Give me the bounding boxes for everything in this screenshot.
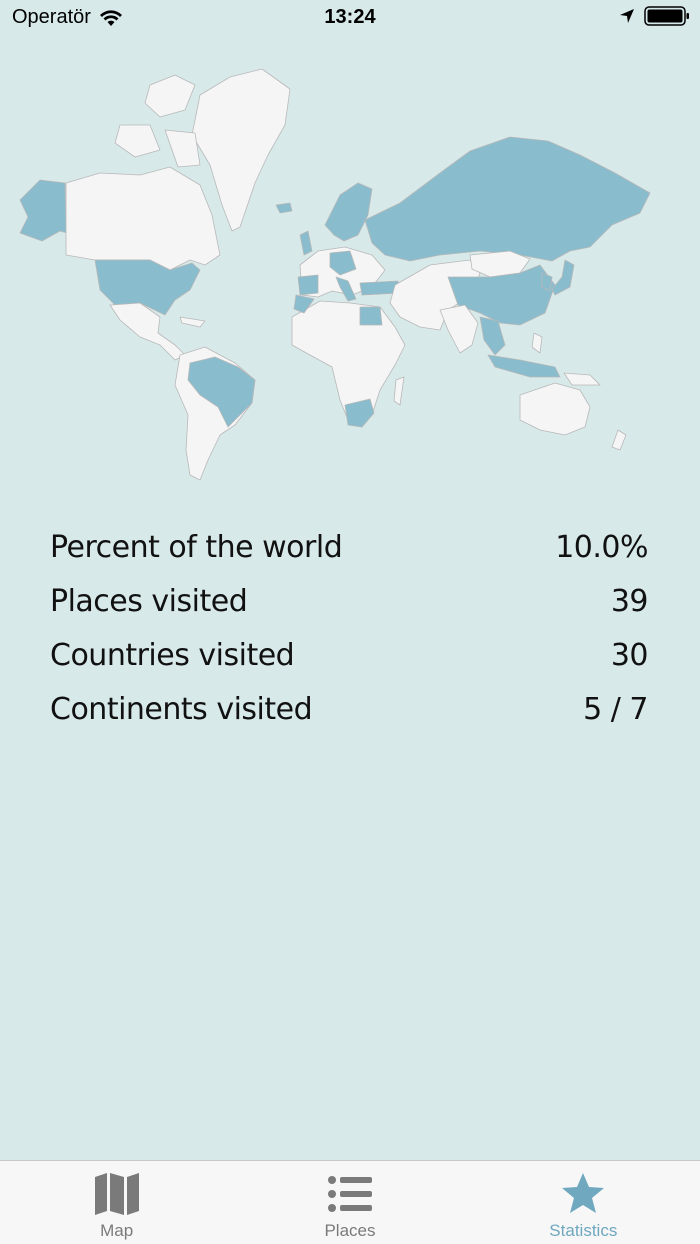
map-iberia xyxy=(297,274,319,296)
map-canada xyxy=(65,166,221,271)
map-icon xyxy=(94,1173,139,1215)
stat-row-countries: Countries visited 30 xyxy=(50,628,649,682)
status-bar: Operatör 13:24 xyxy=(0,0,700,40)
tab-bar: Map Places Statistics xyxy=(0,1160,700,1244)
status-right-group xyxy=(618,6,690,26)
map-australia xyxy=(519,382,591,436)
tab-map[interactable]: Map xyxy=(0,1161,233,1244)
tab-label: Statistics xyxy=(549,1221,618,1240)
stat-row-percent: Percent of the world 10.0% xyxy=(50,520,648,574)
stat-label: Percent of the world xyxy=(50,529,343,565)
stat-label: Places visited xyxy=(50,583,248,619)
map-papua xyxy=(563,372,601,386)
tab-statistics[interactable]: Statistics xyxy=(467,1161,700,1244)
map-russia xyxy=(364,136,651,262)
map-philippines xyxy=(531,332,543,354)
map-new-zealand xyxy=(611,429,627,451)
statistics-screen: Operatör 13:24 Percent of the world 10.0… xyxy=(0,0,700,1244)
location-arrow-icon xyxy=(620,9,634,23)
battery-icon xyxy=(644,6,689,26)
stat-value: 30 xyxy=(610,637,649,673)
stat-label: Continents visited xyxy=(50,691,313,727)
map-scandinavia xyxy=(324,182,373,242)
map-iceland xyxy=(275,202,293,214)
map-caribbean xyxy=(179,316,206,328)
list-icon xyxy=(327,1176,372,1212)
stat-value: 5 / 7 xyxy=(583,691,648,727)
tab-label: Places xyxy=(324,1221,376,1240)
stat-label: Countries visited xyxy=(50,637,295,673)
tab-places[interactable]: Places xyxy=(233,1161,466,1244)
map-japan xyxy=(551,259,575,296)
stat-row-places: Places visited 39 xyxy=(50,574,649,628)
tab-label: Map xyxy=(100,1221,134,1240)
stat-value: 39 xyxy=(610,583,649,619)
map-uk xyxy=(299,230,313,256)
map-indonesia xyxy=(487,354,561,378)
world-map[interactable] xyxy=(0,55,700,495)
stat-row-continents: Continents visited 5 / 7 xyxy=(50,682,648,736)
map-india xyxy=(439,304,479,354)
map-mexico xyxy=(109,302,186,361)
map-egypt xyxy=(359,306,383,326)
stat-value: 10.0% xyxy=(555,529,648,565)
star-icon xyxy=(562,1173,605,1213)
map-madagascar xyxy=(393,376,405,406)
status-time: 13:24 xyxy=(324,6,376,28)
stats-list: Percent of the world 10.0% Places visite… xyxy=(50,520,649,736)
map-arctic-islands xyxy=(114,74,201,168)
